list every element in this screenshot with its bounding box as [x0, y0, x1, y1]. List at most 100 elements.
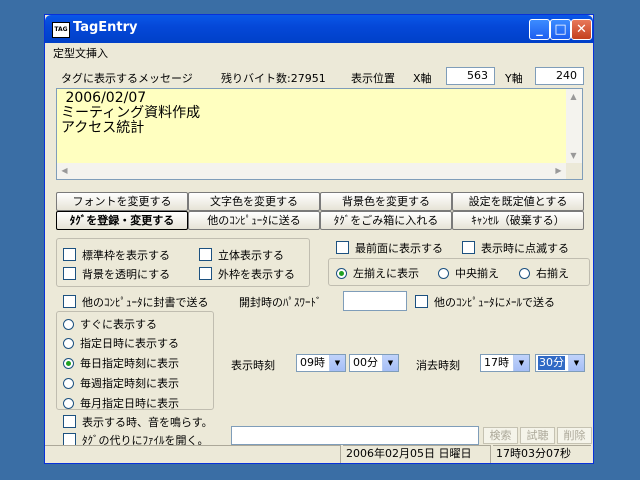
radio-icon	[63, 338, 74, 349]
chevron-down-icon[interactable]: ▼	[382, 355, 398, 371]
chevron-down-icon[interactable]: ▼	[568, 355, 584, 371]
outer-frame-label: 外枠を表示する	[218, 268, 295, 281]
schedule-daily-label: 毎日指定時刻に表示	[80, 357, 179, 370]
change-bg-color-button[interactable]: 背景色を変更する	[320, 192, 452, 211]
app-icon[interactable]: TAG	[52, 22, 70, 38]
horizontal-scrollbar[interactable]: ◀ ▶	[57, 163, 567, 179]
cancel-button[interactable]: ｷｬﾝｾﾙ（破棄する）	[452, 211, 584, 230]
chevron-down-icon[interactable]: ▼	[513, 355, 529, 371]
show-hour-value: 09時	[300, 356, 325, 369]
checkbox-icon	[415, 295, 428, 308]
x-axis-input[interactable]: 563	[446, 67, 495, 85]
transparent-bg-label: 背景を透明にする	[82, 268, 171, 281]
play-sound-checkbox[interactable]: 表示する時、音を鳴らす。	[63, 414, 213, 430]
schedule-weekly-label: 毎週指定時刻に表示	[80, 377, 179, 390]
three-d-label: 立体表示する	[218, 249, 284, 262]
checkbox-icon	[63, 295, 76, 308]
radio-checked-icon	[336, 268, 347, 279]
scroll-down-icon[interactable]: ▼	[566, 148, 581, 163]
chevron-down-icon[interactable]: ▼	[329, 355, 345, 371]
checkbox-icon	[63, 267, 76, 280]
register-tag-button[interactable]: ﾀｸﾞを登録・変更する	[56, 211, 188, 230]
three-d-checkbox[interactable]: 立体表示する	[199, 247, 284, 263]
trial-button[interactable]: 試聴	[520, 427, 555, 444]
vertical-scrollbar[interactable]: ▲ ▼	[566, 89, 582, 163]
schedule-weekly-radio[interactable]: 毎週指定時刻に表示	[63, 375, 179, 391]
title-bar[interactable]: TAG TagEntry _ □ ✕	[45, 15, 593, 43]
checkbox-icon	[199, 248, 212, 261]
blink-label: 表示時に点滅する	[481, 242, 569, 255]
outer-frame-checkbox[interactable]: 外枠を表示する	[199, 266, 295, 282]
move-to-trash-button[interactable]: ﾀｸﾞをごみ箱に入れる	[320, 211, 452, 230]
scroll-up-icon[interactable]: ▲	[566, 89, 581, 104]
menu-item-template[interactable]: 定型文挿入	[53, 45, 108, 61]
menu-bar: 定型文挿入	[45, 43, 593, 61]
remaining-bytes: 残りバイト数:27951	[221, 72, 326, 85]
transparent-bg-checkbox[interactable]: 背景を透明にする	[63, 266, 170, 282]
show-minute-value: 00分	[353, 356, 378, 369]
topmost-checkbox[interactable]: 最前面に表示する	[336, 240, 443, 256]
schedule-monthly-radio[interactable]: 毎月指定日時に表示	[63, 395, 179, 411]
erase-time-label: 消去時刻	[416, 359, 460, 372]
schedule-datetime-radio[interactable]: 指定日時に表示する	[63, 335, 179, 351]
close-button[interactable]: ✕	[571, 19, 592, 40]
scroll-corner	[566, 163, 582, 179]
window-title: TagEntry	[73, 20, 138, 35]
blink-checkbox[interactable]: 表示時に点滅する	[462, 240, 569, 256]
checkbox-icon	[63, 248, 76, 261]
y-axis-input[interactable]: 240	[535, 67, 584, 85]
align-right-radio[interactable]: 右揃え	[519, 265, 569, 281]
standard-frame-checkbox[interactable]: 標準枠を表示する	[63, 247, 170, 263]
file-path-input[interactable]	[231, 426, 479, 445]
sealed-send-label: 他のｺﾝﾋﾟｭｰﾀに封書で送る	[82, 296, 209, 309]
erase-hour-select[interactable]: 17時 ▼	[480, 354, 530, 372]
send-to-computer-button[interactable]: 他のｺﾝﾋﾟｭｰﾀに送る	[188, 211, 320, 230]
message-label: タグに表示するメッセージ	[61, 72, 193, 85]
align-left-radio[interactable]: 左揃えに表示	[336, 265, 419, 281]
close-icon: ✕	[576, 22, 587, 37]
show-hour-select[interactable]: 09時 ▼	[296, 354, 346, 372]
set-default-button[interactable]: 設定を既定値とする	[452, 192, 584, 211]
search-button[interactable]: 検索	[483, 427, 518, 444]
schedule-immediate-label: すぐに表示する	[80, 318, 157, 331]
maximize-icon: □	[554, 22, 567, 37]
change-font-button[interactable]: フォントを変更する	[56, 192, 188, 211]
status-pane-empty	[45, 445, 341, 463]
checkbox-icon	[336, 241, 349, 254]
sealed-send-checkbox[interactable]: 他のｺﾝﾋﾟｭｰﾀに封書で送る	[63, 294, 209, 310]
change-text-color-button[interactable]: 文字色を変更する	[188, 192, 320, 211]
message-text: 2006/02/07 ミーティング資料作成 アクセス統計	[61, 90, 201, 136]
show-time-label: 表示時刻	[231, 359, 275, 372]
checkbox-icon	[63, 415, 76, 428]
mail-send-checkbox[interactable]: 他のｺﾝﾋﾟｭｰﾀにﾒｰﾙで送る	[415, 294, 555, 310]
radio-checked-icon	[63, 358, 74, 369]
align-center-radio[interactable]: 中央揃え	[438, 265, 499, 281]
minimize-icon: _	[536, 22, 543, 37]
password-label: 開封時のﾊﾟｽﾜｰﾄﾞ	[239, 296, 322, 309]
scroll-left-icon[interactable]: ◀	[57, 163, 72, 178]
delete-button[interactable]: 削除	[557, 427, 592, 444]
schedule-daily-radio[interactable]: 毎日指定時刻に表示	[63, 355, 179, 371]
align-center-label: 中央揃え	[455, 267, 499, 280]
checkbox-icon	[199, 267, 212, 280]
schedule-immediate-radio[interactable]: すぐに表示する	[63, 316, 157, 332]
scroll-right-icon[interactable]: ▶	[551, 163, 566, 178]
schedule-monthly-label: 毎月指定日時に表示	[80, 397, 179, 410]
message-textarea[interactable]: 2006/02/07 ミーティング資料作成 アクセス統計 ▲ ▼ ◀ ▶	[56, 88, 583, 180]
radio-icon	[63, 319, 74, 330]
erase-minute-select[interactable]: 30分 ▼	[535, 354, 585, 372]
status-date: 2006年02月05日 日曜日	[343, 445, 491, 463]
status-time: 17時03分07秒	[493, 445, 591, 463]
checkbox-icon	[462, 241, 475, 254]
position-label: 表示位置	[351, 72, 395, 85]
erase-minute-value: 30分	[538, 356, 565, 370]
password-input[interactable]	[343, 291, 407, 311]
show-minute-select[interactable]: 00分 ▼	[349, 354, 399, 372]
maximize-button[interactable]: □	[550, 19, 571, 40]
radio-icon	[438, 268, 449, 279]
minimize-button[interactable]: _	[529, 19, 550, 40]
radio-icon	[519, 268, 530, 279]
align-left-label: 左揃えに表示	[353, 267, 419, 280]
status-bar: 2006年02月05日 日曜日 17時03分07秒	[45, 445, 593, 463]
play-sound-label: 表示する時、音を鳴らす。	[82, 416, 213, 429]
